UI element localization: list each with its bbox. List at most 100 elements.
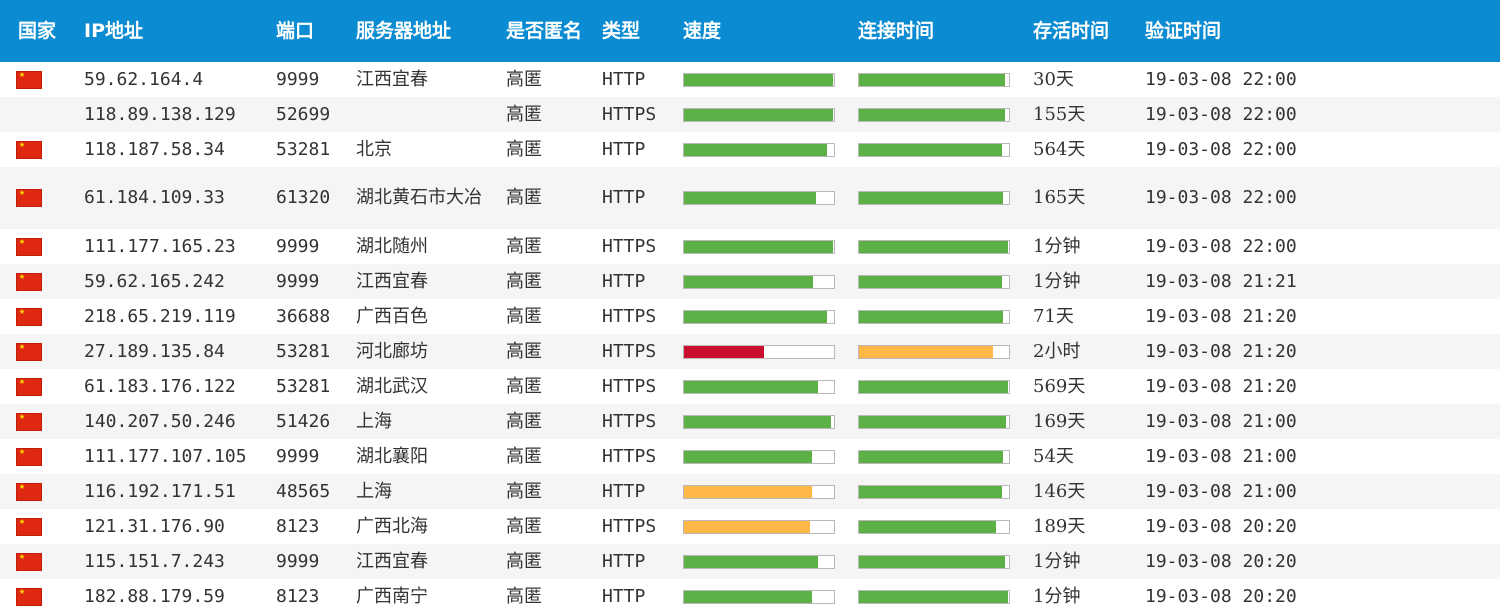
country-cell: [0, 439, 74, 474]
header-country[interactable]: 国家: [0, 0, 74, 62]
china-flag-icon: [16, 69, 42, 89]
connect-time-cell: [854, 167, 1029, 229]
connect-time-cell: [854, 264, 1029, 299]
header-server[interactable]: 服务器地址: [352, 0, 502, 62]
speed-bar-fill: [684, 485, 812, 498]
header-ip[interactable]: IP地址: [74, 0, 272, 62]
server-cell: 湖北黄石市大冶: [356, 187, 482, 208]
header-connect[interactable]: 连接时间: [854, 0, 1029, 62]
china-flag-icon: [16, 376, 42, 396]
connect-time-cell: [854, 62, 1029, 97]
type-cell: HTTP: [602, 585, 646, 607]
verified-cell: 19-03-08 20:20: [1145, 515, 1297, 537]
alive-cell: 146天: [1033, 480, 1086, 502]
header-anonymity[interactable]: 是否匿名: [502, 0, 598, 62]
header-type[interactable]: 类型: [598, 0, 679, 62]
ip-cell[interactable]: 218.65.219.119: [74, 299, 272, 334]
type-cell: HTTP: [602, 270, 646, 292]
connect-time-bar-fill: [859, 485, 1002, 498]
port-cell: 9999: [276, 270, 320, 292]
table-row: 61.183.176.12253281 湖北武汉 高匿 HTTPS 569天 19-03-…: [0, 369, 1500, 404]
china-flag-icon: [16, 341, 42, 361]
type-cell: HTTPS: [602, 410, 657, 432]
ip-cell[interactable]: 61.184.109.33: [74, 167, 272, 229]
anonymity-cell: 高匿: [506, 138, 542, 160]
connect-time-bar: [858, 414, 1010, 429]
china-flag-icon: [16, 586, 42, 606]
verified-cell: 19-03-08 22:00: [1145, 187, 1297, 208]
verified-cell: 19-03-08 21:00: [1145, 410, 1297, 432]
port-cell: 36688: [276, 305, 331, 327]
table-row: 27.189.135.8453281 河北廊坊 高匿 HTTPS 2小时 19-03-08…: [0, 334, 1500, 369]
connect-time-bar: [858, 309, 1010, 324]
alive-cell: 155天: [1033, 103, 1086, 125]
connect-time-bar-fill: [859, 345, 993, 358]
connect-time-cell: [854, 334, 1029, 369]
header-speed[interactable]: 速度: [679, 0, 854, 62]
ip-cell[interactable]: 59.62.164.4: [74, 62, 272, 97]
anonymity-cell: 高匿: [506, 187, 542, 208]
connect-time-bar-fill: [859, 520, 996, 533]
server-cell: 湖北随州: [356, 235, 428, 257]
connect-time-bar-fill: [859, 275, 1002, 288]
verified-cell: 19-03-08 21:20: [1145, 375, 1297, 397]
ip-cell[interactable]: 116.192.171.51: [74, 474, 272, 509]
speed-cell: [679, 369, 854, 404]
ip-cell[interactable]: 27.189.135.84: [74, 334, 272, 369]
ip-cell[interactable]: 115.151.7.243: [74, 544, 272, 579]
header-verified[interactable]: 验证时间: [1141, 0, 1500, 62]
header-port[interactable]: 端口: [272, 0, 352, 62]
speed-bar-fill: [684, 73, 833, 86]
ip-cell[interactable]: 118.89.138.129: [74, 97, 272, 132]
type-cell: HTTPS: [602, 515, 657, 537]
ip-cell[interactable]: 121.31.176.90: [74, 509, 272, 544]
country-cell: [0, 264, 74, 299]
connect-time-bar: [858, 379, 1010, 394]
alive-cell: 54天: [1033, 445, 1074, 467]
speed-cell: [679, 334, 854, 369]
ip-cell[interactable]: 111.177.165.23: [74, 229, 272, 264]
table-row: 115.151.7.2439999 江西宜春 高匿 HTTP 1分钟 19-03-08 2…: [0, 544, 1500, 579]
china-flag-icon: [16, 187, 42, 207]
connect-time-bar-fill: [859, 73, 1005, 86]
ip-cell[interactable]: 140.207.50.246: [74, 404, 272, 439]
ip-cell[interactable]: 118.187.58.34: [74, 132, 272, 167]
ip-cell[interactable]: 182.88.179.59: [74, 579, 272, 614]
speed-bar-fill: [684, 240, 833, 253]
server-cell: 北京: [356, 138, 392, 160]
alive-cell: 165天: [1033, 187, 1086, 208]
verified-cell: 19-03-08 22:00: [1145, 103, 1297, 125]
ip-cell[interactable]: 61.183.176.122: [74, 369, 272, 404]
speed-bar-fill: [684, 310, 827, 323]
connect-time-cell: [854, 299, 1029, 334]
connect-time-bar: [858, 589, 1010, 604]
speed-bar-fill: [684, 192, 816, 204]
port-cell: 9999: [276, 235, 320, 257]
anonymity-cell: 高匿: [506, 270, 542, 292]
speed-bar-fill: [684, 555, 818, 568]
server-cell: 广西南宁: [356, 585, 428, 607]
header-alive[interactable]: 存活时间: [1029, 0, 1141, 62]
ip-cell[interactable]: 59.62.165.242: [74, 264, 272, 299]
anonymity-cell: 高匿: [506, 235, 542, 257]
speed-bar: [683, 191, 835, 205]
speed-bar: [683, 484, 835, 499]
server-cell: 江西宜春: [356, 550, 428, 572]
ip-cell[interactable]: 111.177.107.105: [74, 439, 272, 474]
anonymity-cell: 高匿: [506, 103, 542, 125]
country-cell: [0, 97, 74, 132]
type-cell: HTTP: [602, 187, 646, 208]
china-flag-icon: [16, 516, 42, 536]
verified-cell: 19-03-08 22:00: [1145, 138, 1297, 160]
china-flag-icon: [16, 306, 42, 326]
anonymity-cell: 高匿: [506, 550, 542, 572]
speed-bar: [683, 344, 835, 359]
speed-bar: [683, 239, 835, 254]
connect-time-cell: [854, 474, 1029, 509]
server-cell: 湖北襄阳: [356, 445, 428, 467]
connect-time-bar: [858, 274, 1010, 289]
speed-cell: [679, 229, 854, 264]
speed-bar: [683, 107, 835, 122]
country-cell: [0, 509, 74, 544]
verified-cell: 19-03-08 21:00: [1145, 480, 1297, 502]
